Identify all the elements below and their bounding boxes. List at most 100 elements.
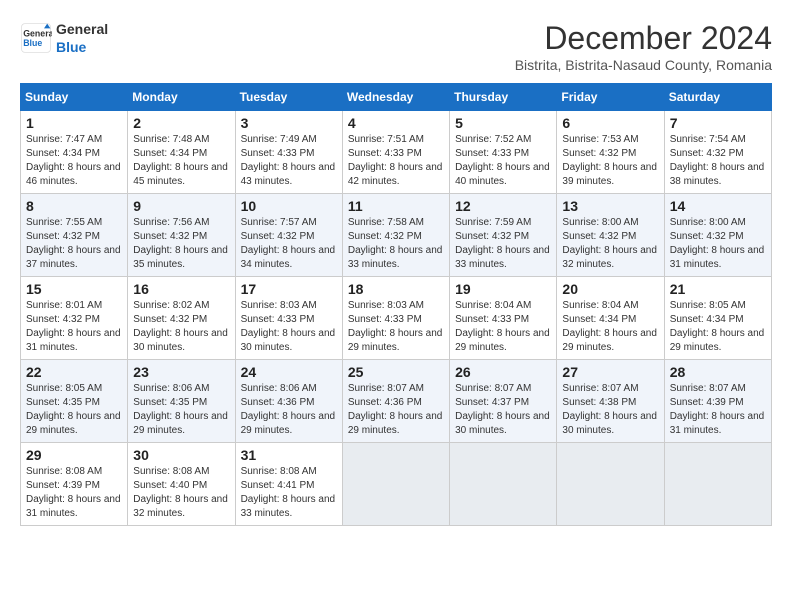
week-row-3: 15 Sunrise: 8:01 AMSunset: 4:32 PMDayligh…	[21, 277, 772, 360]
day-cell-4: 4 Sunrise: 7:51 AMSunset: 4:33 PMDaylight…	[342, 111, 449, 194]
weekday-header-row: SundayMondayTuesdayWednesdayThursdayFrid…	[21, 84, 772, 111]
day-info-3: Sunrise: 7:49 AMSunset: 4:33 PMDaylight:…	[241, 133, 337, 189]
day-info-20: Sunrise: 8:04 AMSunset: 4:34 PMDaylight:…	[562, 299, 658, 355]
page-header: General Blue General Blue December 2024 …	[20, 20, 772, 73]
day-number-31: 31	[241, 447, 337, 463]
day-info-17: Sunrise: 8:03 AMSunset: 4:33 PMDaylight:…	[241, 299, 337, 355]
day-number-5: 5	[455, 115, 551, 131]
day-cell-25: 25 Sunrise: 8:07 AMSunset: 4:36 PMDayligh…	[342, 360, 449, 443]
day-number-19: 19	[455, 281, 551, 297]
day-cell-8: 8 Sunrise: 7:55 AMSunset: 4:32 PMDaylight…	[21, 194, 128, 277]
day-info-4: Sunrise: 7:51 AMSunset: 4:33 PMDaylight:…	[348, 133, 444, 189]
day-number-16: 16	[133, 281, 229, 297]
day-info-11: Sunrise: 7:58 AMSunset: 4:32 PMDaylight:…	[348, 216, 444, 272]
day-info-12: Sunrise: 7:59 AMSunset: 4:32 PMDaylight:…	[455, 216, 551, 272]
day-info-22: Sunrise: 8:05 AMSunset: 4:35 PMDaylight:…	[26, 382, 122, 438]
day-cell-10: 10Sunrise: 7:57 AMSunset: 4:32 PMDayligh…	[235, 194, 342, 277]
day-info-26: Sunrise: 8:07 AMSunset: 4:37 PMDaylight:…	[455, 382, 551, 438]
day-cell-15: 15 Sunrise: 8:01 AMSunset: 4:32 PMDayligh…	[21, 277, 128, 360]
day-number-22: 22	[26, 364, 122, 380]
logo-icon: General Blue	[20, 22, 52, 54]
week-row-2: 8 Sunrise: 7:55 AMSunset: 4:32 PMDaylight…	[21, 194, 772, 277]
day-number-26: 26	[455, 364, 551, 380]
day-cell-1: 1 Sunrise: 7:47 AMSunset: 4:34 PMDaylight…	[21, 111, 128, 194]
day-number-24: 24	[241, 364, 337, 380]
day-info-21: Sunrise: 8:05 AMSunset: 4:34 PMDaylight:…	[670, 299, 766, 355]
day-number-18: 18	[348, 281, 444, 297]
day-number-20: 20	[562, 281, 658, 297]
day-cell-19: 19 Sunrise: 8:04 AMSunset: 4:33 PMDayligh…	[450, 277, 557, 360]
day-info-15: Sunrise: 8:01 AMSunset: 4:32 PMDaylight:…	[26, 299, 122, 355]
day-cell-9: 9 Sunrise: 7:56 AMSunset: 4:32 PMDaylight…	[128, 194, 235, 277]
day-number-23: 23	[133, 364, 229, 380]
day-info-7: Sunrise: 7:54 AMSunset: 4:32 PMDaylight:…	[670, 133, 766, 189]
day-cell-22: 22 Sunrise: 8:05 AMSunset: 4:35 PMDayligh…	[21, 360, 128, 443]
weekday-header-friday: Friday	[557, 84, 664, 111]
location-subtitle: Bistrita, Bistrita-Nasaud County, Romani…	[515, 57, 772, 73]
weekday-header-tuesday: Tuesday	[235, 84, 342, 111]
day-info-30: Sunrise: 8:08 AMSunset: 4:40 PMDaylight:…	[133, 465, 229, 521]
day-cell-2: 2Sunrise: 7:48 AMSunset: 4:34 PMDaylight…	[128, 111, 235, 194]
day-number-6: 6	[562, 115, 658, 131]
weekday-header-saturday: Saturday	[664, 84, 771, 111]
day-cell-23: 23 Sunrise: 8:06 AMSunset: 4:35 PMDayligh…	[128, 360, 235, 443]
month-title: December 2024	[515, 20, 772, 57]
empty-cell-4-6	[664, 443, 771, 526]
day-info-23: Sunrise: 8:06 AMSunset: 4:35 PMDaylight:…	[133, 382, 229, 438]
day-info-6: Sunrise: 7:53 AMSunset: 4:32 PMDaylight:…	[562, 133, 658, 189]
day-cell-6: 6 Sunrise: 7:53 AMSunset: 4:32 PMDaylight…	[557, 111, 664, 194]
day-number-9: 9	[133, 198, 229, 214]
weekday-header-monday: Monday	[128, 84, 235, 111]
day-number-8: 8	[26, 198, 122, 214]
day-cell-26: 26 Sunrise: 8:07 AMSunset: 4:37 PMDayligh…	[450, 360, 557, 443]
day-number-15: 15	[26, 281, 122, 297]
day-number-28: 28	[670, 364, 766, 380]
day-cell-17: 17 Sunrise: 8:03 AMSunset: 4:33 PMDayligh…	[235, 277, 342, 360]
empty-cell-4-3	[342, 443, 449, 526]
day-cell-21: 21 Sunrise: 8:05 AMSunset: 4:34 PMDayligh…	[664, 277, 771, 360]
day-cell-27: 27Sunrise: 8:07 AMSunset: 4:38 PMDayligh…	[557, 360, 664, 443]
day-info-27: Sunrise: 8:07 AMSunset: 4:38 PMDaylight:…	[562, 382, 658, 438]
weekday-header-wednesday: Wednesday	[342, 84, 449, 111]
day-cell-5: 5 Sunrise: 7:52 AMSunset: 4:33 PMDaylight…	[450, 111, 557, 194]
day-number-17: 17	[241, 281, 337, 297]
day-number-30: 30	[133, 447, 229, 463]
day-info-24: Sunrise: 8:06 AMSunset: 4:36 PMDaylight:…	[241, 382, 337, 438]
day-info-1: Sunrise: 7:47 AMSunset: 4:34 PMDaylight:…	[26, 133, 122, 189]
day-number-10: 10	[241, 198, 337, 214]
day-number-1: 1	[26, 115, 122, 131]
day-cell-30: 30 Sunrise: 8:08 AMSunset: 4:40 PMDayligh…	[128, 443, 235, 526]
day-number-4: 4	[348, 115, 444, 131]
day-number-3: 3	[241, 115, 337, 131]
day-cell-31: 31 Sunrise: 8:08 AMSunset: 4:41 PMDayligh…	[235, 443, 342, 526]
day-number-7: 7	[670, 115, 766, 131]
day-number-21: 21	[670, 281, 766, 297]
day-info-5: Sunrise: 7:52 AMSunset: 4:33 PMDaylight:…	[455, 133, 551, 189]
weekday-header-thursday: Thursday	[450, 84, 557, 111]
day-info-16: Sunrise: 8:02 AMSunset: 4:32 PMDaylight:…	[133, 299, 229, 355]
day-cell-3: 3 Sunrise: 7:49 AMSunset: 4:33 PMDaylight…	[235, 111, 342, 194]
day-info-14: Sunrise: 8:00 AMSunset: 4:32 PMDaylight:…	[670, 216, 766, 272]
day-info-13: Sunrise: 8:00 AMSunset: 4:32 PMDaylight:…	[562, 216, 658, 272]
day-info-28: Sunrise: 8:07 AMSunset: 4:39 PMDaylight:…	[670, 382, 766, 438]
day-cell-7: 7 Sunrise: 7:54 AMSunset: 4:32 PMDaylight…	[664, 111, 771, 194]
day-number-14: 14	[670, 198, 766, 214]
svg-text:General: General	[23, 29, 52, 39]
day-info-8: Sunrise: 7:55 AMSunset: 4:32 PMDaylight:…	[26, 216, 122, 272]
day-info-31: Sunrise: 8:08 AMSunset: 4:41 PMDaylight:…	[241, 465, 337, 521]
day-cell-18: 18Sunrise: 8:03 AMSunset: 4:33 PMDayligh…	[342, 277, 449, 360]
day-cell-13: 13 Sunrise: 8:00 AMSunset: 4:32 PMDayligh…	[557, 194, 664, 277]
day-number-13: 13	[562, 198, 658, 214]
logo: General Blue General Blue	[20, 20, 108, 56]
day-number-25: 25	[348, 364, 444, 380]
day-info-9: Sunrise: 7:56 AMSunset: 4:32 PMDaylight:…	[133, 216, 229, 272]
day-info-25: Sunrise: 8:07 AMSunset: 4:36 PMDaylight:…	[348, 382, 444, 438]
day-info-29: Sunrise: 8:08 AMSunset: 4:39 PMDaylight:…	[26, 465, 122, 521]
day-number-12: 12	[455, 198, 551, 214]
svg-text:Blue: Blue	[23, 38, 42, 48]
day-cell-14: 14 Sunrise: 8:00 AMSunset: 4:32 PMDayligh…	[664, 194, 771, 277]
day-info-19: Sunrise: 8:04 AMSunset: 4:33 PMDaylight:…	[455, 299, 551, 355]
day-number-29: 29	[26, 447, 122, 463]
day-cell-16: 16 Sunrise: 8:02 AMSunset: 4:32 PMDayligh…	[128, 277, 235, 360]
day-cell-20: 20 Sunrise: 8:04 AMSunset: 4:34 PMDayligh…	[557, 277, 664, 360]
